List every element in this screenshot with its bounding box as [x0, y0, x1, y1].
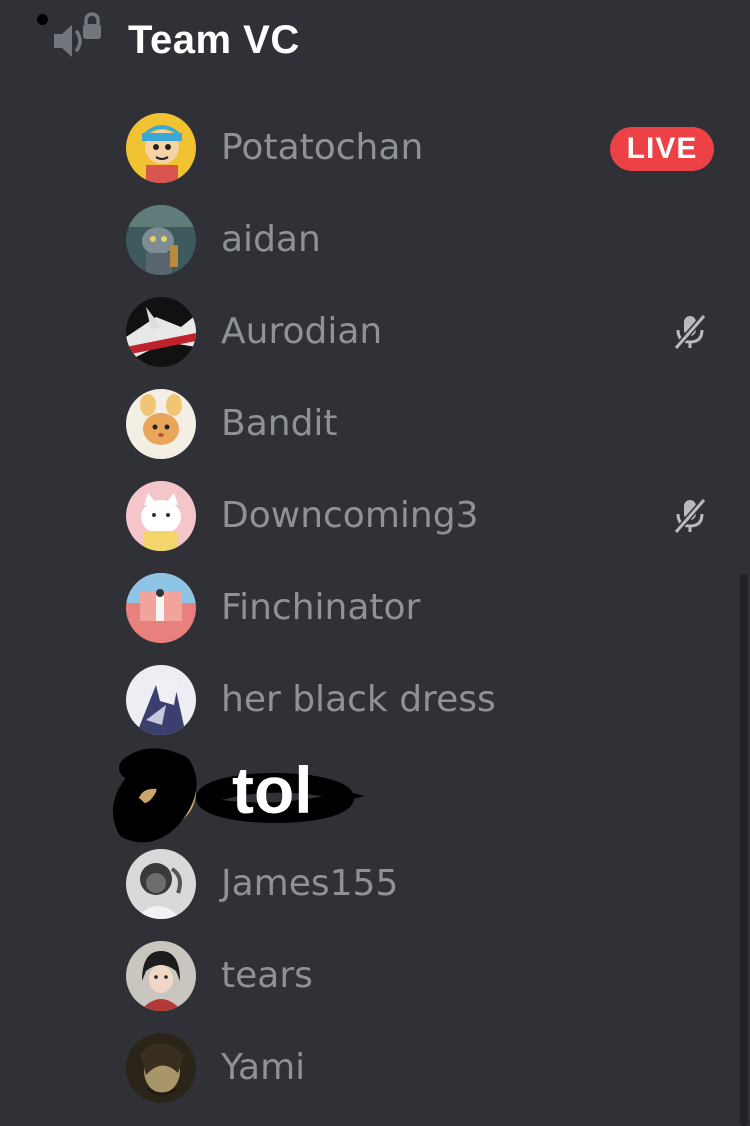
avatar	[126, 113, 196, 183]
live-badge[interactable]: LIVE	[610, 127, 714, 171]
voice-member[interactable]: James155	[0, 838, 750, 930]
avatar	[126, 573, 196, 643]
member-name: James155	[221, 863, 399, 904]
camera-dot	[37, 14, 48, 25]
voice-channel-header[interactable]: Team VC	[50, 8, 300, 72]
avatar	[126, 1033, 196, 1103]
voice-member[interactable]: her black dress	[0, 654, 750, 746]
voice-member[interactable]: aidan	[0, 194, 750, 286]
avatar	[126, 297, 196, 367]
microphone-muted-icon	[670, 312, 710, 352]
handwritten-overlay-label: tol	[232, 753, 313, 827]
voice-member[interactable]: Downcoming3	[0, 470, 750, 562]
member-name: tears	[221, 955, 313, 996]
voice-member[interactable]: Finchinator	[0, 562, 750, 654]
avatar	[126, 665, 196, 735]
scrollbar[interactable]	[740, 574, 748, 1126]
channel-name: Team VC	[128, 17, 300, 62]
member-name: Yami	[221, 1047, 306, 1088]
avatar	[126, 205, 196, 275]
avatar	[126, 389, 196, 459]
member-name: aidan	[221, 219, 321, 260]
member-name: Potatochan	[221, 127, 424, 168]
member-name: Finchinator	[221, 587, 421, 628]
member-name: Downcoming3	[221, 495, 479, 536]
voice-member[interactable]: Yami	[0, 1022, 750, 1114]
avatar	[126, 941, 196, 1011]
member-name: Bandit	[221, 403, 338, 444]
avatar	[126, 849, 196, 919]
locked-voice-channel-icon	[50, 12, 106, 68]
member-name: her black dress	[221, 679, 496, 720]
member-name: Aurodian	[221, 311, 383, 352]
voice-member[interactable]: Bandit	[0, 378, 750, 470]
voice-member[interactable]: tears	[0, 930, 750, 1022]
avatar	[126, 481, 196, 551]
voice-member[interactable]: Potatochan LIVE	[0, 102, 750, 194]
voice-member[interactable]: Aurodian	[0, 286, 750, 378]
microphone-muted-icon	[670, 496, 710, 536]
